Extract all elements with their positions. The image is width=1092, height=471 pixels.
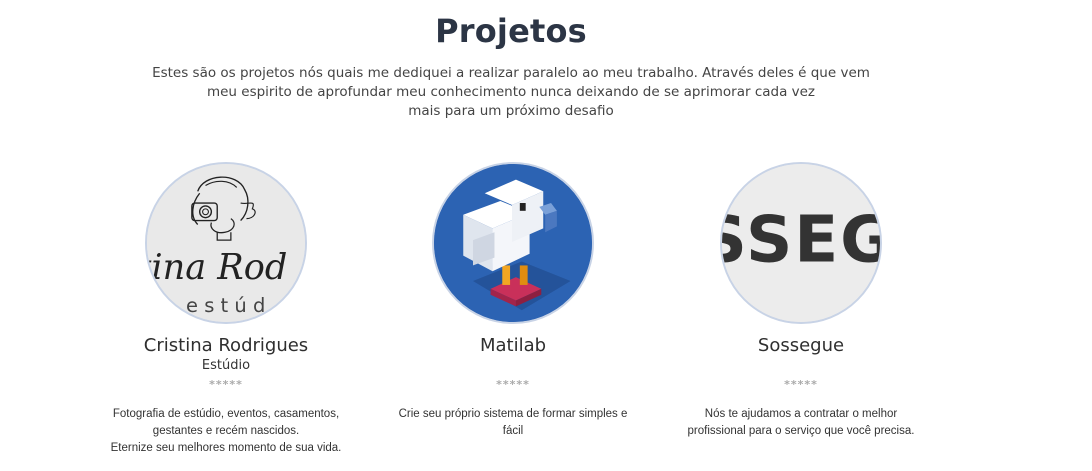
project-card-cristina[interactable]: tina Rod e s t ú d Cristina Rodrigues Es…	[96, 162, 356, 457]
photographer-logo-icon: tina Rod e s t ú d	[147, 164, 305, 322]
project-rating: *****	[209, 378, 243, 391]
description-line: Nós te ajudamos a contratar o melhor	[704, 408, 898, 420]
project-logo-matilab[interactable]	[432, 162, 594, 324]
pixel-bird-icon	[434, 164, 592, 322]
svg-text:e s t ú d: e s t ú d	[186, 294, 265, 317]
intro-line: mais para um próximo desafio	[408, 103, 614, 119]
logo-text: tina Rod	[147, 247, 287, 288]
project-name[interactable]: Cristina Rodrigues	[96, 334, 356, 358]
description-line: Fotografia de estúdio, eventos, casament…	[112, 408, 340, 420]
description-line: fácil	[502, 425, 524, 437]
project-description: Nós te ajudamos a contratar o melhor pro…	[671, 406, 931, 440]
project-rating: *****	[496, 378, 530, 391]
description-line: Eternize seu melhores momento de sua vid…	[110, 442, 342, 454]
description-line: profissional para o serviço que você pre…	[687, 425, 915, 437]
description-line: gestantes e recém nascidos.	[152, 425, 300, 437]
section-title: Projetos	[435, 12, 587, 50]
project-description: Crie seu próprio sistema de formar simpl…	[383, 406, 643, 440]
section-intro: Estes são os projetos nós quais me dediq…	[150, 64, 872, 121]
project-subtitle: Estúdio	[201, 358, 251, 373]
intro-line: Estes são os projetos nós quais me dediq…	[152, 65, 870, 81]
description-line: Crie seu próprio sistema de formar simpl…	[398, 408, 628, 420]
project-card-matilab[interactable]: Matilab ***** Crie seu próprio sistema d…	[383, 162, 643, 440]
project-card-sossegue[interactable]: SSEG Sossegue ***** Nós te ajudamos a co…	[671, 162, 931, 440]
project-name[interactable]: Sossegue	[671, 334, 931, 358]
logo-text: SSEG	[722, 203, 880, 278]
project-subtitle	[671, 358, 931, 374]
project-subtitle	[383, 358, 643, 374]
sossegue-logo-icon: SSEG	[722, 164, 880, 322]
project-name[interactable]: Matilab	[383, 334, 643, 358]
project-rating: *****	[784, 378, 818, 391]
project-logo-sossegue[interactable]: SSEG	[720, 162, 882, 324]
project-description: Fotografia de estúdio, eventos, casament…	[96, 406, 356, 457]
project-logo-cristina[interactable]: tina Rod e s t ú d	[145, 162, 307, 324]
intro-line: meu espirito de aprofundar meu conhecime…	[206, 84, 816, 100]
